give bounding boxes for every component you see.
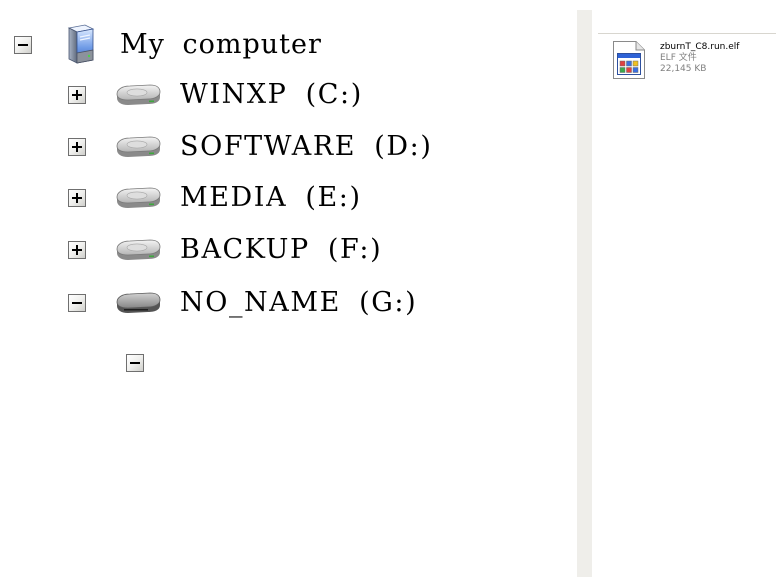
tree-node-child[interactable] — [0, 343, 560, 383]
hard-disk-icon — [114, 135, 162, 159]
file-type: ELF 文件 — [660, 53, 697, 63]
tree-node-drive-f[interactable]: BACKUP (F:) — [0, 230, 560, 270]
tree-node-drive-e[interactable]: MEDIA (E:) — [0, 178, 560, 218]
file-name[interactable]: zburnT_C8.run.elf — [660, 42, 739, 53]
elf-file-icon — [612, 40, 646, 80]
plus-box-icon[interactable] — [68, 138, 86, 156]
tree-node-my-computer[interactable]: My computer — [0, 23, 560, 65]
minus-box-icon[interactable] — [14, 36, 32, 54]
tree-node-label[interactable]: NO_NAME (G:) — [180, 283, 417, 323]
tree-node-label[interactable]: BACKUP (F:) — [180, 230, 382, 270]
plus-box-icon[interactable] — [68, 189, 86, 207]
minus-box-icon[interactable] — [68, 294, 86, 312]
hard-disk-icon — [114, 83, 162, 107]
tree-node-label[interactable]: SOFTWARE (D:) — [180, 127, 433, 167]
file-details: zburnT_C8.run.elf ELF 文件 22,145 KB — [660, 42, 739, 75]
tree-node-drive-c[interactable]: WINXP (C:) — [0, 75, 560, 115]
pane-splitter[interactable] — [577, 10, 592, 577]
file-item[interactable]: zburnT_C8.run.elf ELF 文件 22,145 KB — [612, 40, 772, 84]
folder-tree-pane: My computer WINXP (C:) SOFTWARE (D:) MED… — [0, 0, 577, 577]
removable-disk-icon — [114, 291, 162, 315]
tree-node-drive-g[interactable]: NO_NAME (G:) — [0, 283, 560, 323]
file-list-pane: zburnT_C8.run.elf ELF 文件 22,145 KB — [592, 10, 776, 577]
tree-node-label[interactable]: WINXP (C:) — [180, 75, 363, 115]
tree-node-drive-d[interactable]: SOFTWARE (D:) — [0, 127, 560, 167]
hard-disk-icon — [114, 238, 162, 262]
plus-box-icon[interactable] — [68, 86, 86, 104]
computer-icon — [60, 23, 100, 65]
divider — [598, 33, 776, 34]
hard-disk-icon — [114, 186, 162, 210]
minus-box-icon[interactable] — [126, 354, 144, 372]
tree-node-label[interactable]: MEDIA (E:) — [180, 178, 362, 218]
file-size: 22,145 KB — [660, 64, 707, 74]
tree-node-label[interactable]: My computer — [120, 25, 322, 65]
plus-box-icon[interactable] — [68, 241, 86, 259]
